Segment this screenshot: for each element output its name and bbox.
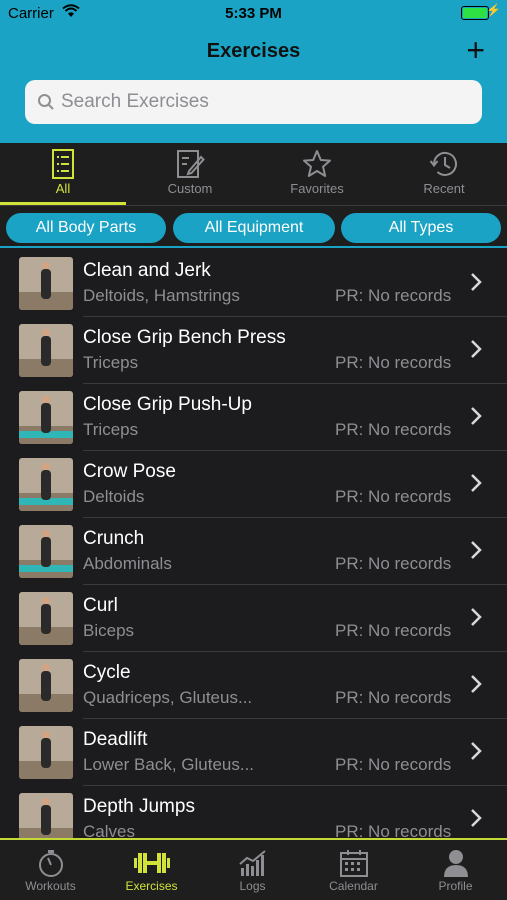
filter-equipment[interactable]: All Equipment <box>173 213 335 243</box>
exercise-name: Curl <box>83 595 118 616</box>
history-icon <box>429 151 457 176</box>
exercise-thumbnail <box>19 458 73 511</box>
tab-profile-label: Profile <box>438 879 473 893</box>
exercise-thumbnail <box>19 324 73 377</box>
chart-icon <box>238 850 266 876</box>
exercise-muscles: Lower Back, Gluteus... <box>83 755 255 774</box>
battery-icon <box>461 6 489 20</box>
page-title: Exercises <box>206 40 301 62</box>
segment-tabs: All Custom Favorites Recent <box>0 143 507 205</box>
exercise-muscles: Deltoids <box>83 487 145 506</box>
exercise-list[interactable]: Clean and Jerk Deltoids, Hamstrings PR: … <box>0 250 507 838</box>
person-icon <box>443 850 468 877</box>
navigation-bar: Carrier 5:33 PM ⚡ Exercises + Search Exe… <box>0 0 507 143</box>
exercise-pr: PR: No records <box>335 688 452 707</box>
chevron-right-icon <box>471 809 482 827</box>
list-item[interactable]: Crunch Abdominals PR: No records <box>0 518 507 585</box>
chevron-right-icon <box>471 742 482 760</box>
list-item[interactable]: Cycle Quadriceps, Gluteus... PR: No reco… <box>0 652 507 719</box>
list-icon <box>52 149 74 179</box>
exercise-thumbnail <box>19 726 73 779</box>
tab-workouts[interactable]: Workouts <box>0 840 101 900</box>
tab-calendar-label: Calendar <box>329 879 378 893</box>
exercise-muscles: Quadriceps, Gluteus... <box>83 688 253 707</box>
tab-all[interactable]: All <box>0 143 126 205</box>
exercise-thumbnail <box>19 391 73 444</box>
tab-workouts-label: Workouts <box>25 879 76 893</box>
exercise-pr: PR: No records <box>335 420 452 439</box>
search-placeholder: Search Exercises <box>61 91 209 112</box>
filter-body-parts[interactable]: All Body Parts <box>6 213 166 243</box>
tab-custom[interactable]: Custom <box>127 143 253 205</box>
exercise-thumbnail <box>19 525 73 578</box>
tab-calendar[interactable]: Calendar <box>303 840 404 900</box>
filter-bar: All Body Parts All Equipment All Types <box>0 206 507 246</box>
list-item[interactable]: Close Grip Push-Up Triceps PR: No record… <box>0 384 507 451</box>
tab-profile[interactable]: Profile <box>405 840 506 900</box>
filter-divider <box>0 246 507 248</box>
chevron-right-icon <box>471 474 482 492</box>
exercise-pr: PR: No records <box>335 822 452 838</box>
exercise-name: Depth Jumps <box>83 796 195 817</box>
tab-logs[interactable]: Logs <box>202 840 303 900</box>
exercise-pr: PR: No records <box>335 755 452 774</box>
edit-icon <box>177 150 205 178</box>
exercise-name: Deadlift <box>83 729 148 750</box>
tab-recent[interactable]: Recent <box>381 143 507 205</box>
search-input[interactable]: Search Exercises <box>25 80 482 124</box>
exercise-muscles: Biceps <box>83 621 135 640</box>
tab-favorites-label: Favorites <box>290 181 344 196</box>
status-bar: Carrier 5:33 PM ⚡ <box>0 0 507 28</box>
exercise-pr: PR: No records <box>335 554 452 573</box>
stopwatch-icon <box>38 850 63 877</box>
chevron-right-icon <box>471 675 482 693</box>
exercise-pr: PR: No records <box>335 353 452 372</box>
dumbbell-icon <box>133 853 170 873</box>
bottom-tab-bar: Workouts Exercises Logs Calendar Profile <box>0 840 507 900</box>
charging-icon: ⚡ <box>486 3 501 17</box>
chevron-right-icon <box>471 273 482 291</box>
calendar-icon <box>339 850 368 877</box>
tab-favorites[interactable]: Favorites <box>254 143 380 205</box>
add-exercise-button[interactable]: + <box>466 34 485 66</box>
exercise-pr: PR: No records <box>335 487 452 506</box>
exercise-name: Crunch <box>83 528 145 549</box>
exercise-name: Cycle <box>83 662 131 683</box>
exercise-muscles: Triceps <box>83 353 139 372</box>
chevron-right-icon <box>471 407 482 425</box>
list-item[interactable]: Curl Biceps PR: No records <box>0 585 507 652</box>
exercise-muscles: Triceps <box>83 420 139 439</box>
exercise-muscles: Deltoids, Hamstrings <box>83 286 240 305</box>
list-item[interactable]: Clean and Jerk Deltoids, Hamstrings PR: … <box>0 250 507 317</box>
tab-custom-label: Custom <box>167 181 213 196</box>
chevron-right-icon <box>471 608 482 626</box>
exercise-name: Close Grip Bench Press <box>83 327 286 348</box>
exercise-muscles: Abdominals <box>83 554 172 573</box>
tab-recent-label: Recent <box>423 181 465 196</box>
search-icon <box>37 93 55 116</box>
exercise-pr: PR: No records <box>335 621 452 640</box>
list-item[interactable]: Crow Pose Deltoids PR: No records <box>0 451 507 518</box>
list-item[interactable]: Depth Jumps Calves PR: No records <box>0 786 507 838</box>
chevron-right-icon <box>471 541 482 559</box>
status-time: 5:33 PM <box>225 5 282 22</box>
exercise-thumbnail <box>19 592 73 645</box>
tab-all-label: All <box>55 181 71 196</box>
exercise-muscles: Calves <box>83 822 135 838</box>
exercise-pr: PR: No records <box>335 286 452 305</box>
exercise-thumbnail <box>19 659 73 712</box>
filter-types[interactable]: All Types <box>341 213 501 243</box>
tab-exercises[interactable]: Exercises <box>101 840 202 900</box>
list-item[interactable]: Deadlift Lower Back, Gluteus... PR: No r… <box>0 719 507 786</box>
exercise-thumbnail <box>19 257 73 310</box>
tab-exercises-label: Exercises <box>125 879 178 893</box>
list-item[interactable]: Close Grip Bench Press Triceps PR: No re… <box>0 317 507 384</box>
tab-logs-label: Logs <box>239 879 266 893</box>
exercise-name: Crow Pose <box>83 461 176 482</box>
exercise-name: Clean and Jerk <box>83 260 211 281</box>
exercise-thumbnail <box>19 793 73 838</box>
chevron-right-icon <box>471 340 482 358</box>
star-icon <box>303 150 331 177</box>
exercise-name: Close Grip Push-Up <box>83 394 252 415</box>
